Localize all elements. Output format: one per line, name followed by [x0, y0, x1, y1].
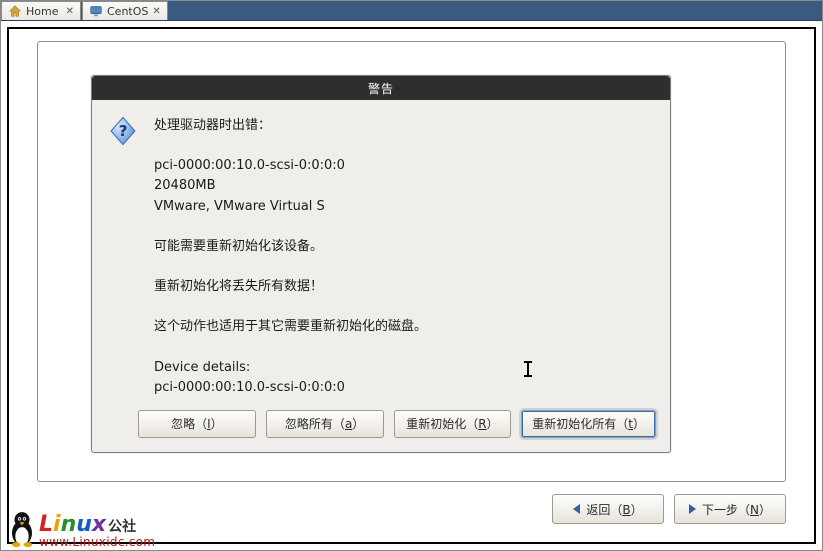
dialog-button-row: 忽略（I） 忽略所有（a） 重新初始化（R） 重新初始化所有（t） [92, 406, 670, 452]
monitor-icon [89, 4, 103, 18]
svg-text:?: ? [119, 122, 128, 140]
close-icon[interactable]: ✕ [66, 6, 74, 17]
next-button[interactable]: 下一步（N） [674, 494, 786, 524]
warning-dialog: 警告 ? 处理驱动器时出错： pci-0000:00:10 [91, 75, 671, 453]
ignore-button[interactable]: 忽略（I） [138, 410, 256, 438]
dialog-message: 处理驱动器时出错： pci-0000:00:10.0-scsi-0:0:0:0 … [154, 114, 652, 398]
vm-viewport-frame: 警告 ? 处理驱动器时出错： pci-0000:00:10 [7, 27, 816, 544]
arrow-left-icon [573, 504, 580, 514]
tab-bar: Home ✕ CentOS ✕ [1, 1, 822, 21]
tab-label: Home [26, 5, 58, 18]
wizard-nav: 返回（B） 下一步（N） [552, 494, 786, 524]
tab-home[interactable]: Home ✕ [1, 1, 81, 20]
watermark-url: www.Linuxidc.com [39, 536, 155, 548]
reinitialize-all-button[interactable]: 重新初始化所有（t） [521, 410, 656, 438]
home-icon [8, 4, 22, 18]
dialog-title: 警告 [92, 76, 670, 100]
watermark-brand: Linux公社 [39, 514, 155, 536]
reinitialize-button[interactable]: 重新初始化（R） [394, 410, 512, 438]
tab-label: CentOS [107, 5, 148, 18]
watermark: Linux公社 www.Linuxidc.com [5, 508, 155, 548]
close-icon[interactable]: ✕ [152, 6, 160, 17]
question-icon: ? [106, 114, 140, 148]
penguin-icon [5, 508, 39, 548]
arrow-right-icon [689, 504, 696, 514]
tab-centos[interactable]: CentOS ✕ [82, 1, 168, 20]
ignore-all-button[interactable]: 忽略所有（a） [266, 410, 384, 438]
back-button[interactable]: 返回（B） [552, 494, 664, 524]
